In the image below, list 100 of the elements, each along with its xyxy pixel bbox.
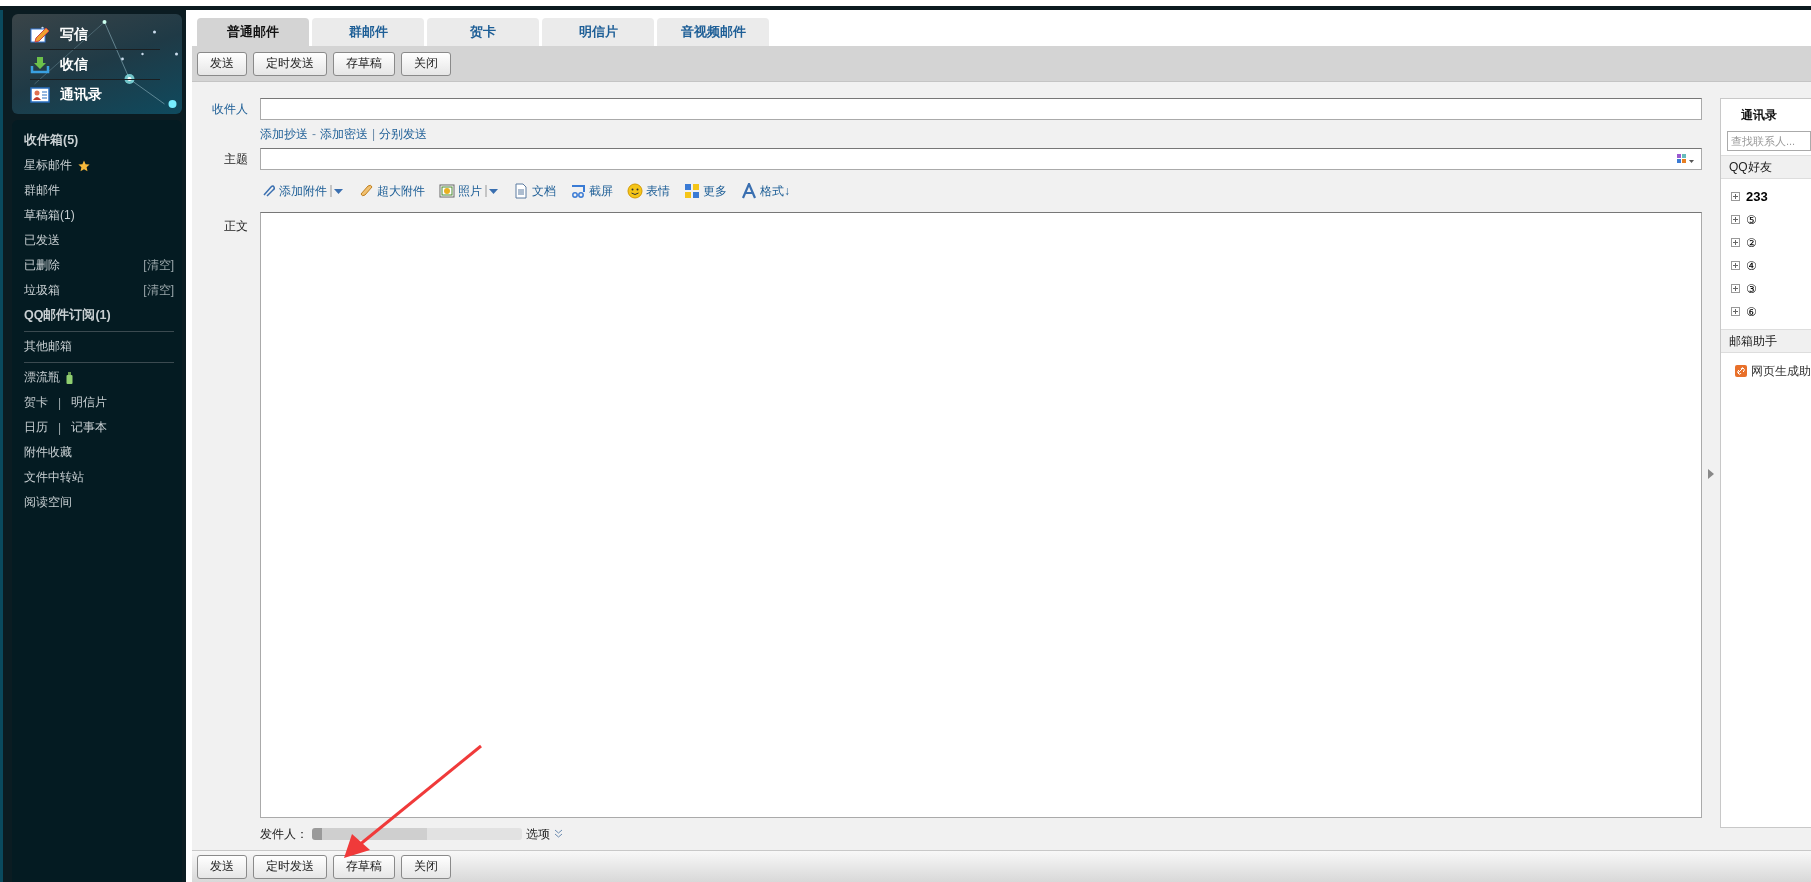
nav-label: 通讯录 [60,86,102,104]
expand-icon [1731,284,1740,293]
clear-link[interactable]: [清空] [143,282,174,299]
paperclip-icon [358,183,374,199]
folder-link[interactable]: 记事本 [71,419,108,436]
folder-link[interactable]: 收件箱(5) [24,132,79,149]
folder-link[interactable]: 群邮件 [24,182,60,199]
mail-type-tab[interactable]: 贺卡 [427,18,539,46]
tool-label: 更多 [703,182,727,200]
contact-group[interactable]: 233 [1721,185,1811,208]
folder-link[interactable]: 附件收藏 [24,444,72,461]
double-chevron-icon [554,829,563,839]
expand-icon [1731,215,1740,224]
link-icon [1735,365,1747,377]
attach-tool[interactable]: 超大附件 [358,182,425,200]
paperclip-icon [260,183,276,199]
separator-text: | [372,127,376,141]
helper-item[interactable]: 网页生成助 [1721,359,1811,383]
recipient-link[interactable]: 添加密送 [320,125,368,143]
attach-tool[interactable]: 照片 [439,182,499,200]
nav-item[interactable]: 收信 [30,50,160,80]
dropdown-caret-icon [330,184,344,198]
field-label: 正文 [223,218,249,235]
subject-field[interactable] [260,148,1702,170]
contact-group[interactable]: ③ [1721,277,1811,300]
action-button[interactable]: 发送 [197,51,247,76]
expand-arrow-icon [1708,469,1714,479]
field-label: 主题 [223,150,249,168]
expand-icon [1731,238,1740,247]
contact-card-icon [30,86,50,104]
options-link[interactable]: 选项 [526,825,563,843]
action-button[interactable]: 定时发送 [253,51,327,76]
action-button[interactable]: 关闭 [401,51,451,76]
nav-label: 收信 [60,55,88,74]
mail-type-tab[interactable]: 明信片 [542,18,654,46]
sender-label: 发件人： [260,825,308,843]
attach-tool[interactable]: 添加附件 [260,182,344,200]
smiley-icon [627,183,643,199]
field-label[interactable]: 收件人 [192,100,260,118]
mail-type-tab[interactable]: 普通邮件 [197,18,309,46]
attach-tool[interactable]: 截屏 [570,182,613,200]
folder-link[interactable]: 星标邮件 [24,157,72,174]
action-button[interactable]: 定时发送 [253,854,327,879]
folder-link[interactable]: 文件中转站 [24,469,84,486]
grid-icon [684,183,700,199]
panel-title: 通讯录 [1740,106,1778,124]
section-header[interactable]: QQ好友 [1721,155,1811,179]
contact-group[interactable]: ⑤ [1721,208,1811,231]
separator-text: - [312,127,316,141]
folder-link[interactable]: 日历 [24,419,48,436]
section-header[interactable]: 邮箱助手 [1721,329,1811,353]
nav-item[interactable]: 写信 [30,20,160,50]
separator-text: | [57,420,63,435]
clear-link[interactable]: [清空] [143,257,174,274]
folder-link[interactable]: 已发送 [24,232,60,249]
tool-label: 超大附件 [377,182,425,200]
contact-group[interactable]: ④ [1721,254,1811,277]
folder-link[interactable]: 阅读空间 [24,494,72,511]
folder-link[interactable]: 贺卡 [24,394,48,411]
folder-link[interactable]: QQ邮件订阅(1) [24,307,111,324]
action-button[interactable]: 关闭 [401,854,451,879]
letter-icon [741,183,757,199]
contact-search-field[interactable]: 查找联系人... [1727,131,1811,151]
folder-link[interactable]: 漂流瓶 [24,369,60,386]
star-icon [78,159,90,172]
recipient-link[interactable]: 添加抄送 [260,125,308,143]
action-button[interactable]: 存草稿 [333,854,395,879]
folder-link[interactable]: 其他邮箱 [24,338,72,355]
pencil-note-icon [30,25,50,44]
bottle-icon [66,371,73,384]
nav-label: 写信 [60,25,88,44]
attach-tool[interactable]: 格式↓ [741,182,790,200]
expand-icon [1731,192,1740,201]
tool-label: 文档 [532,182,556,200]
folder-link[interactable]: 草稿箱(1) [24,207,75,224]
dropdown-caret-icon [485,184,499,198]
contact-group[interactable]: ⑥ [1721,300,1811,323]
folder-link[interactable]: 已删除 [24,257,60,274]
recipient-field[interactable] [260,98,1702,120]
action-button[interactable]: 存草稿 [333,51,395,76]
grid-dropdown-icon [1677,154,1695,164]
tool-label: 格式↓ [760,182,790,200]
attach-tool[interactable]: 更多 [684,182,727,200]
nav-item[interactable]: 通讯录 [30,80,160,110]
tool-label: 添加附件 [279,182,327,200]
recipient-link[interactable]: 分别发送 [379,125,428,143]
separator-text: | [57,395,63,410]
attach-tool[interactable]: 表情 [627,182,670,200]
attach-tool[interactable]: 文档 [513,182,556,200]
folder-link[interactable]: 垃圾箱 [24,282,60,299]
photo-icon [439,183,455,199]
mail-type-tab[interactable]: 音视频邮件 [657,18,769,46]
action-button[interactable]: 发送 [197,854,247,879]
download-tray-icon [30,55,50,74]
document-icon [513,183,529,199]
mail-type-tab[interactable]: 群邮件 [312,18,424,46]
contact-group[interactable]: ② [1721,231,1811,254]
tool-label: 照片 [458,182,482,200]
folder-link[interactable]: 明信片 [71,394,108,411]
expand-icon [1731,261,1740,270]
